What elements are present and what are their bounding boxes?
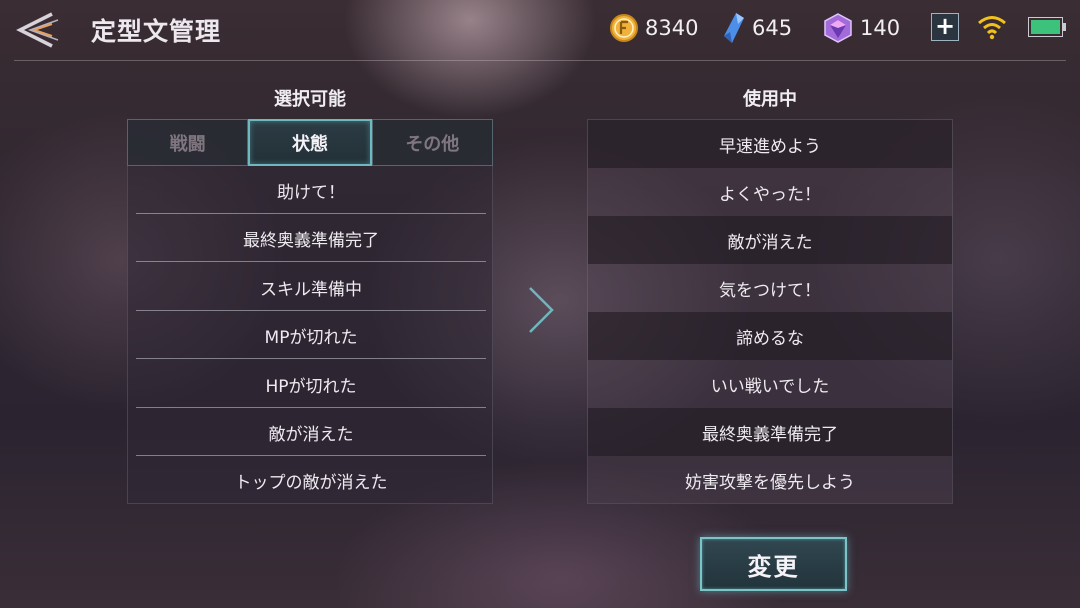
- category-tabs: 戦闘 状態 その他: [127, 119, 493, 166]
- divider: [136, 358, 486, 359]
- gem-currency: 140: [822, 10, 900, 46]
- move-right-arrow-icon[interactable]: [525, 285, 557, 335]
- gold-amount: 8340: [645, 16, 699, 40]
- phrase-label: MPが切れた: [264, 327, 358, 348]
- list-item[interactable]: 敵が消えた: [136, 408, 486, 456]
- top-bar: 定型文管理 8340 645 140 +: [0, 0, 1080, 60]
- available-phrase-list: 助けて！ 最終奥義準備完了 スキル準備中 MPが切れた HPが切れた 敵が消えた…: [127, 166, 493, 504]
- phrase-label: いい戦いでした: [710, 376, 830, 397]
- list-item[interactable]: 最終奥義準備完了: [588, 408, 952, 456]
- list-item[interactable]: MPが切れた: [136, 311, 486, 359]
- list-item[interactable]: 敵が消えた: [588, 216, 952, 264]
- change-button[interactable]: 変更: [700, 537, 847, 591]
- phrase-label: 敵が消えた: [268, 424, 354, 445]
- list-item[interactable]: 早速進めよう: [588, 120, 952, 168]
- gold-currency: 8340: [609, 10, 698, 46]
- list-item[interactable]: 最終奥義準備完了: [136, 214, 486, 262]
- crystal-amount: 645: [752, 16, 793, 40]
- phrase-label: 最終奥義準備完了: [702, 424, 838, 445]
- list-item[interactable]: 助けて！: [136, 166, 486, 214]
- back-arrow-icon: [16, 12, 59, 48]
- phrase-label: 助けて！: [277, 182, 345, 203]
- available-section-title: 選択可能: [274, 89, 346, 110]
- list-item[interactable]: トップの敵が消えた: [136, 456, 486, 504]
- gem-amount: 140: [860, 16, 901, 40]
- list-item[interactable]: HPが切れた: [136, 360, 486, 408]
- list-item[interactable]: 妨害攻撃を優先しよう: [588, 456, 952, 504]
- list-item[interactable]: スキル準備中: [136, 263, 486, 311]
- tab-other[interactable]: その他: [371, 119, 493, 166]
- phrase-label: スキル準備中: [260, 279, 362, 300]
- blue-crystal-icon: [724, 13, 744, 43]
- wifi-icon: [978, 16, 1006, 40]
- back-button[interactable]: [12, 10, 60, 50]
- battery-icon: [1028, 17, 1066, 37]
- add-currency-button[interactable]: +: [931, 13, 959, 41]
- list-item[interactable]: よくやった！: [588, 168, 952, 216]
- phrase-label: HPが切れた: [265, 376, 357, 397]
- phrase-label: 諦めるな: [736, 328, 804, 349]
- phrase-label: よくやった！: [719, 184, 821, 205]
- header-divider: [14, 60, 1066, 61]
- phrase-label: 最終奥義準備完了: [243, 230, 379, 251]
- crystal-currency: 645: [722, 10, 792, 46]
- phrase-label: 敵が消えた: [727, 232, 813, 253]
- list-item[interactable]: 諦めるな: [588, 312, 952, 360]
- list-item[interactable]: いい戦いでした: [588, 360, 952, 408]
- phrase-label: 妨害攻撃を優先しよう: [685, 472, 855, 493]
- phrase-label: 早速進めよう: [719, 136, 821, 157]
- page-title: 定型文管理: [91, 17, 222, 46]
- gold-coin-icon: [610, 14, 638, 42]
- in-use-phrase-list: 早速進めよう よくやった！ 敵が消えた 気をつけて！ 諦めるな いい戦いでした …: [587, 119, 953, 504]
- tab-battle[interactable]: 戦闘: [127, 119, 249, 166]
- purple-gem-icon: [824, 13, 852, 43]
- phrase-label: 気をつけて！: [719, 280, 821, 301]
- in-use-section-title: 使用中: [743, 89, 797, 110]
- tab-status[interactable]: 状態: [248, 119, 372, 166]
- phrase-label: トップの敵が消えた: [234, 472, 388, 493]
- divider: [136, 261, 486, 262]
- list-item[interactable]: 気をつけて！: [588, 264, 952, 312]
